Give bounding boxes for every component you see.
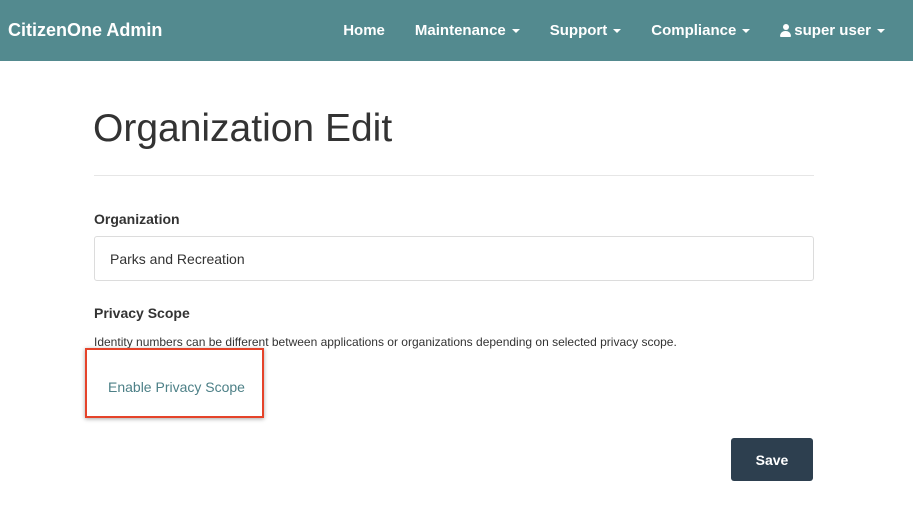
nav-support-dropdown[interactable]: Support [550, 21, 622, 41]
caret-down-icon [511, 28, 520, 33]
title-divider [94, 175, 814, 176]
nav-home-label: Home [343, 21, 385, 39]
enable-privacy-scope-link[interactable]: Enable Privacy Scope [108, 378, 245, 396]
nav-maintenance-dropdown[interactable]: Maintenance [415, 21, 520, 41]
nav-compliance-label: Compliance [651, 21, 737, 39]
main-nav: Home Maintenance Support Compliance supe… [343, 0, 885, 61]
nav-user-label: super user [794, 21, 871, 39]
caret-down-icon [742, 28, 751, 33]
caret-down-icon [877, 28, 885, 33]
save-button[interactable]: Save [731, 438, 813, 481]
user-icon [780, 24, 792, 37]
top-navbar: CitizenOne Admin Home Maintenance Suppor… [0, 0, 913, 61]
organization-label: Organization [94, 211, 180, 227]
caret-down-icon [613, 28, 622, 33]
page-title: Organization Edit [93, 107, 393, 150]
nav-user-dropdown[interactable]: super user [780, 21, 885, 41]
nav-compliance-dropdown[interactable]: Compliance [651, 21, 751, 41]
nav-home[interactable]: Home [343, 21, 385, 41]
privacy-scope-label: Privacy Scope [94, 305, 190, 321]
brand-logo-text[interactable]: CitizenOne Admin [8, 19, 162, 41]
organization-input[interactable] [94, 236, 814, 281]
nav-support-label: Support [549, 21, 608, 39]
nav-maintenance-label: Maintenance [414, 21, 506, 39]
